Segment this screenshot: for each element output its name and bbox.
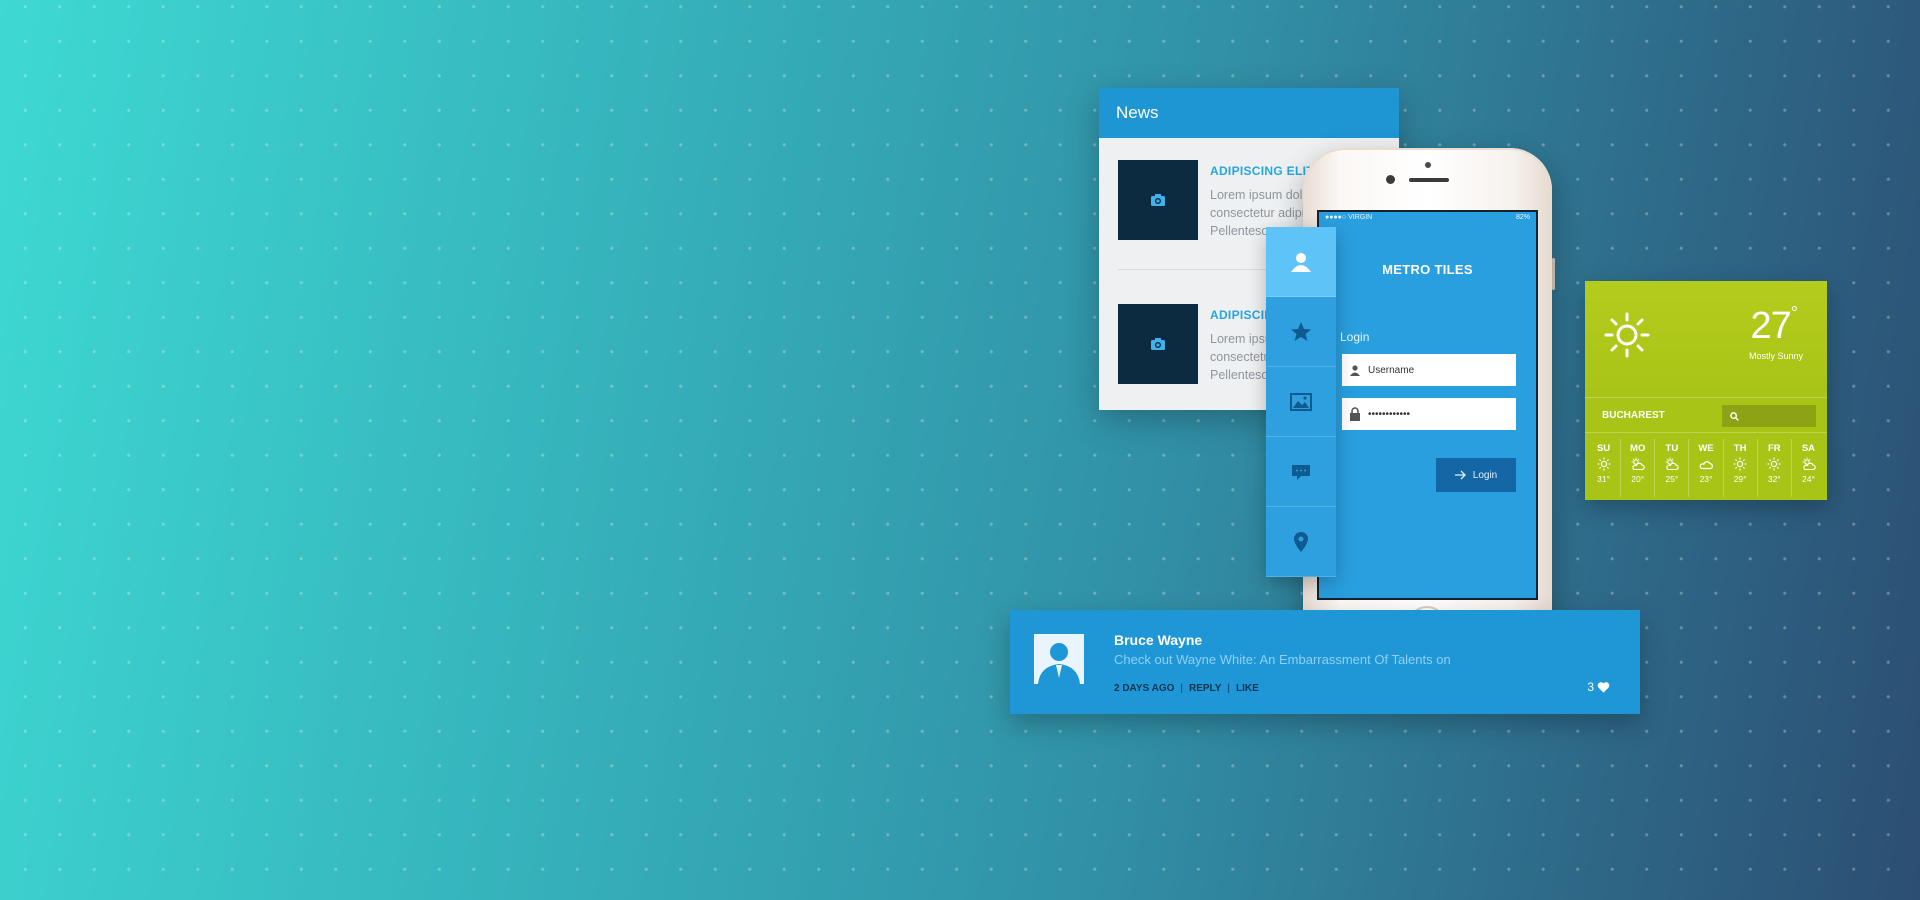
phone-speaker bbox=[1409, 178, 1449, 182]
sun-icon bbox=[1758, 454, 1791, 474]
forecast-day-temp: 25° bbox=[1665, 474, 1679, 484]
sun-icon bbox=[1587, 454, 1620, 474]
user-icon bbox=[1342, 364, 1368, 376]
reply-link[interactable]: REPLY bbox=[1189, 683, 1221, 694]
city-row: BUCHAREST bbox=[1585, 397, 1827, 433]
comment-meta: 2 DAYS AGO | REPLY | LIKE bbox=[1114, 683, 1259, 694]
login-heading: Login bbox=[1340, 330, 1370, 344]
forecast-day-name: TU bbox=[1665, 443, 1679, 454]
forecast-day-temp: 20° bbox=[1631, 474, 1645, 484]
comment-card: Bruce Wayne Check out Wayne White: An Em… bbox=[1010, 610, 1640, 714]
username-placeholder: Username bbox=[1368, 364, 1415, 376]
news-thumbnail bbox=[1118, 304, 1198, 384]
cloud-icon bbox=[1689, 454, 1722, 474]
forecast-day-name: TH bbox=[1733, 443, 1747, 454]
forecast-day: MO 20° bbox=[1621, 439, 1656, 497]
forecast-day-temp: 29° bbox=[1733, 474, 1747, 484]
tab-favorites[interactable] bbox=[1266, 297, 1336, 367]
sun-icon bbox=[1724, 454, 1757, 474]
phone-screen: ●●●●○ VIRGIN 82% METRO TILES Login Usern… bbox=[1317, 210, 1538, 600]
person-icon bbox=[1034, 634, 1084, 684]
location-pin-icon bbox=[1294, 531, 1308, 552]
app-brand: METRO TILES bbox=[1382, 262, 1473, 277]
forecast-day: SA 24° bbox=[1792, 439, 1825, 497]
tab-profile[interactable] bbox=[1266, 227, 1336, 297]
search-icon bbox=[1730, 411, 1739, 421]
tab-location[interactable] bbox=[1266, 507, 1336, 577]
carrier-label: ●●●●○ VIRGIN bbox=[1325, 214, 1373, 221]
phone-side-button bbox=[1552, 258, 1555, 290]
lock-icon bbox=[1342, 407, 1368, 421]
forecast-day-temp: 32° bbox=[1767, 474, 1781, 484]
password-value: •••••••••••• bbox=[1368, 408, 1411, 420]
weather-widget: 27° Mostly Sunny BUCHAREST SU 31° MO 20° TU 2… bbox=[1585, 281, 1827, 500]
tab-gallery[interactable] bbox=[1266, 367, 1336, 437]
forecast-day-name: SU bbox=[1596, 443, 1611, 454]
separator: | bbox=[1180, 683, 1183, 694]
news-thumbnail bbox=[1118, 160, 1198, 240]
side-tab-strip bbox=[1266, 227, 1336, 577]
forecast-day-temp: 24° bbox=[1801, 474, 1815, 484]
forecast-day: SU 31° bbox=[1587, 439, 1622, 497]
sun-icon bbox=[1604, 312, 1650, 358]
weather-current: 27° Mostly Sunny bbox=[1585, 281, 1827, 397]
phone-sensor bbox=[1425, 162, 1431, 168]
phone-camera bbox=[1386, 175, 1395, 184]
comment-time: 2 DAYS AGO bbox=[1114, 683, 1175, 694]
forecast-day: TU 25° bbox=[1655, 439, 1690, 497]
like-count-value: 3 bbox=[1587, 680, 1594, 694]
camera-icon bbox=[1151, 338, 1165, 350]
weather-condition: Mostly Sunny bbox=[1748, 351, 1803, 361]
arrow-right-icon bbox=[1454, 470, 1466, 480]
username-field[interactable]: Username bbox=[1342, 354, 1516, 386]
news-header: News bbox=[1099, 88, 1399, 138]
camera-icon bbox=[1151, 194, 1165, 206]
comment-text: Check out Wayne White: An Embarrassment … bbox=[1114, 652, 1451, 667]
forecast-day-name: WE bbox=[1698, 443, 1714, 454]
star-icon bbox=[1291, 321, 1311, 341]
city-search-input[interactable] bbox=[1722, 405, 1816, 427]
cloudy-sun-icon bbox=[1621, 454, 1654, 474]
separator: | bbox=[1227, 683, 1231, 694]
phone-mockup: ●●●●○ VIRGIN 82% METRO TILES Login Usern… bbox=[1303, 148, 1552, 660]
user-icon bbox=[1291, 252, 1311, 272]
forecast-day-name: MO bbox=[1630, 443, 1646, 454]
forecast-day-name: SA bbox=[1801, 443, 1816, 454]
avatar[interactable] bbox=[1034, 634, 1084, 684]
current-temperature: 27° bbox=[1750, 303, 1799, 347]
like-count[interactable]: 3 bbox=[1587, 680, 1610, 694]
forecast-day-name: FR bbox=[1767, 443, 1781, 454]
news-title[interactable]: ADIPISCING ELIT bbox=[1210, 164, 1314, 178]
city-name: BUCHAREST bbox=[1602, 410, 1665, 421]
battery-label: 82% bbox=[1515, 214, 1530, 221]
status-bar: ●●●●○ VIRGIN 82% bbox=[1319, 212, 1536, 226]
tab-messages[interactable] bbox=[1266, 437, 1336, 507]
forecast-day: TH 29° bbox=[1724, 439, 1758, 497]
login-button[interactable]: Login bbox=[1436, 458, 1516, 492]
cloudy-sun-icon bbox=[1655, 454, 1688, 474]
cloudy-sun-icon bbox=[1792, 454, 1825, 474]
forecast-day-temp: 31° bbox=[1597, 474, 1610, 484]
forecast-day: WE 23° bbox=[1689, 439, 1724, 497]
login-button-label: Login bbox=[1472, 469, 1498, 481]
forecast-day: FR 32° bbox=[1758, 439, 1792, 497]
like-link[interactable]: LIKE bbox=[1236, 683, 1259, 694]
image-icon bbox=[1290, 392, 1312, 411]
commenter-name[interactable]: Bruce Wayne bbox=[1114, 632, 1202, 648]
chat-icon bbox=[1292, 464, 1310, 480]
heart-icon bbox=[1597, 682, 1610, 693]
forecast-days: SU 31° MO 20° TU 25° WE 23° TH 29° FR 32° SA 24° bbox=[1585, 433, 1827, 497]
password-field[interactable]: •••••••••••• bbox=[1342, 398, 1516, 430]
forecast-day-temp: 23° bbox=[1699, 474, 1713, 484]
